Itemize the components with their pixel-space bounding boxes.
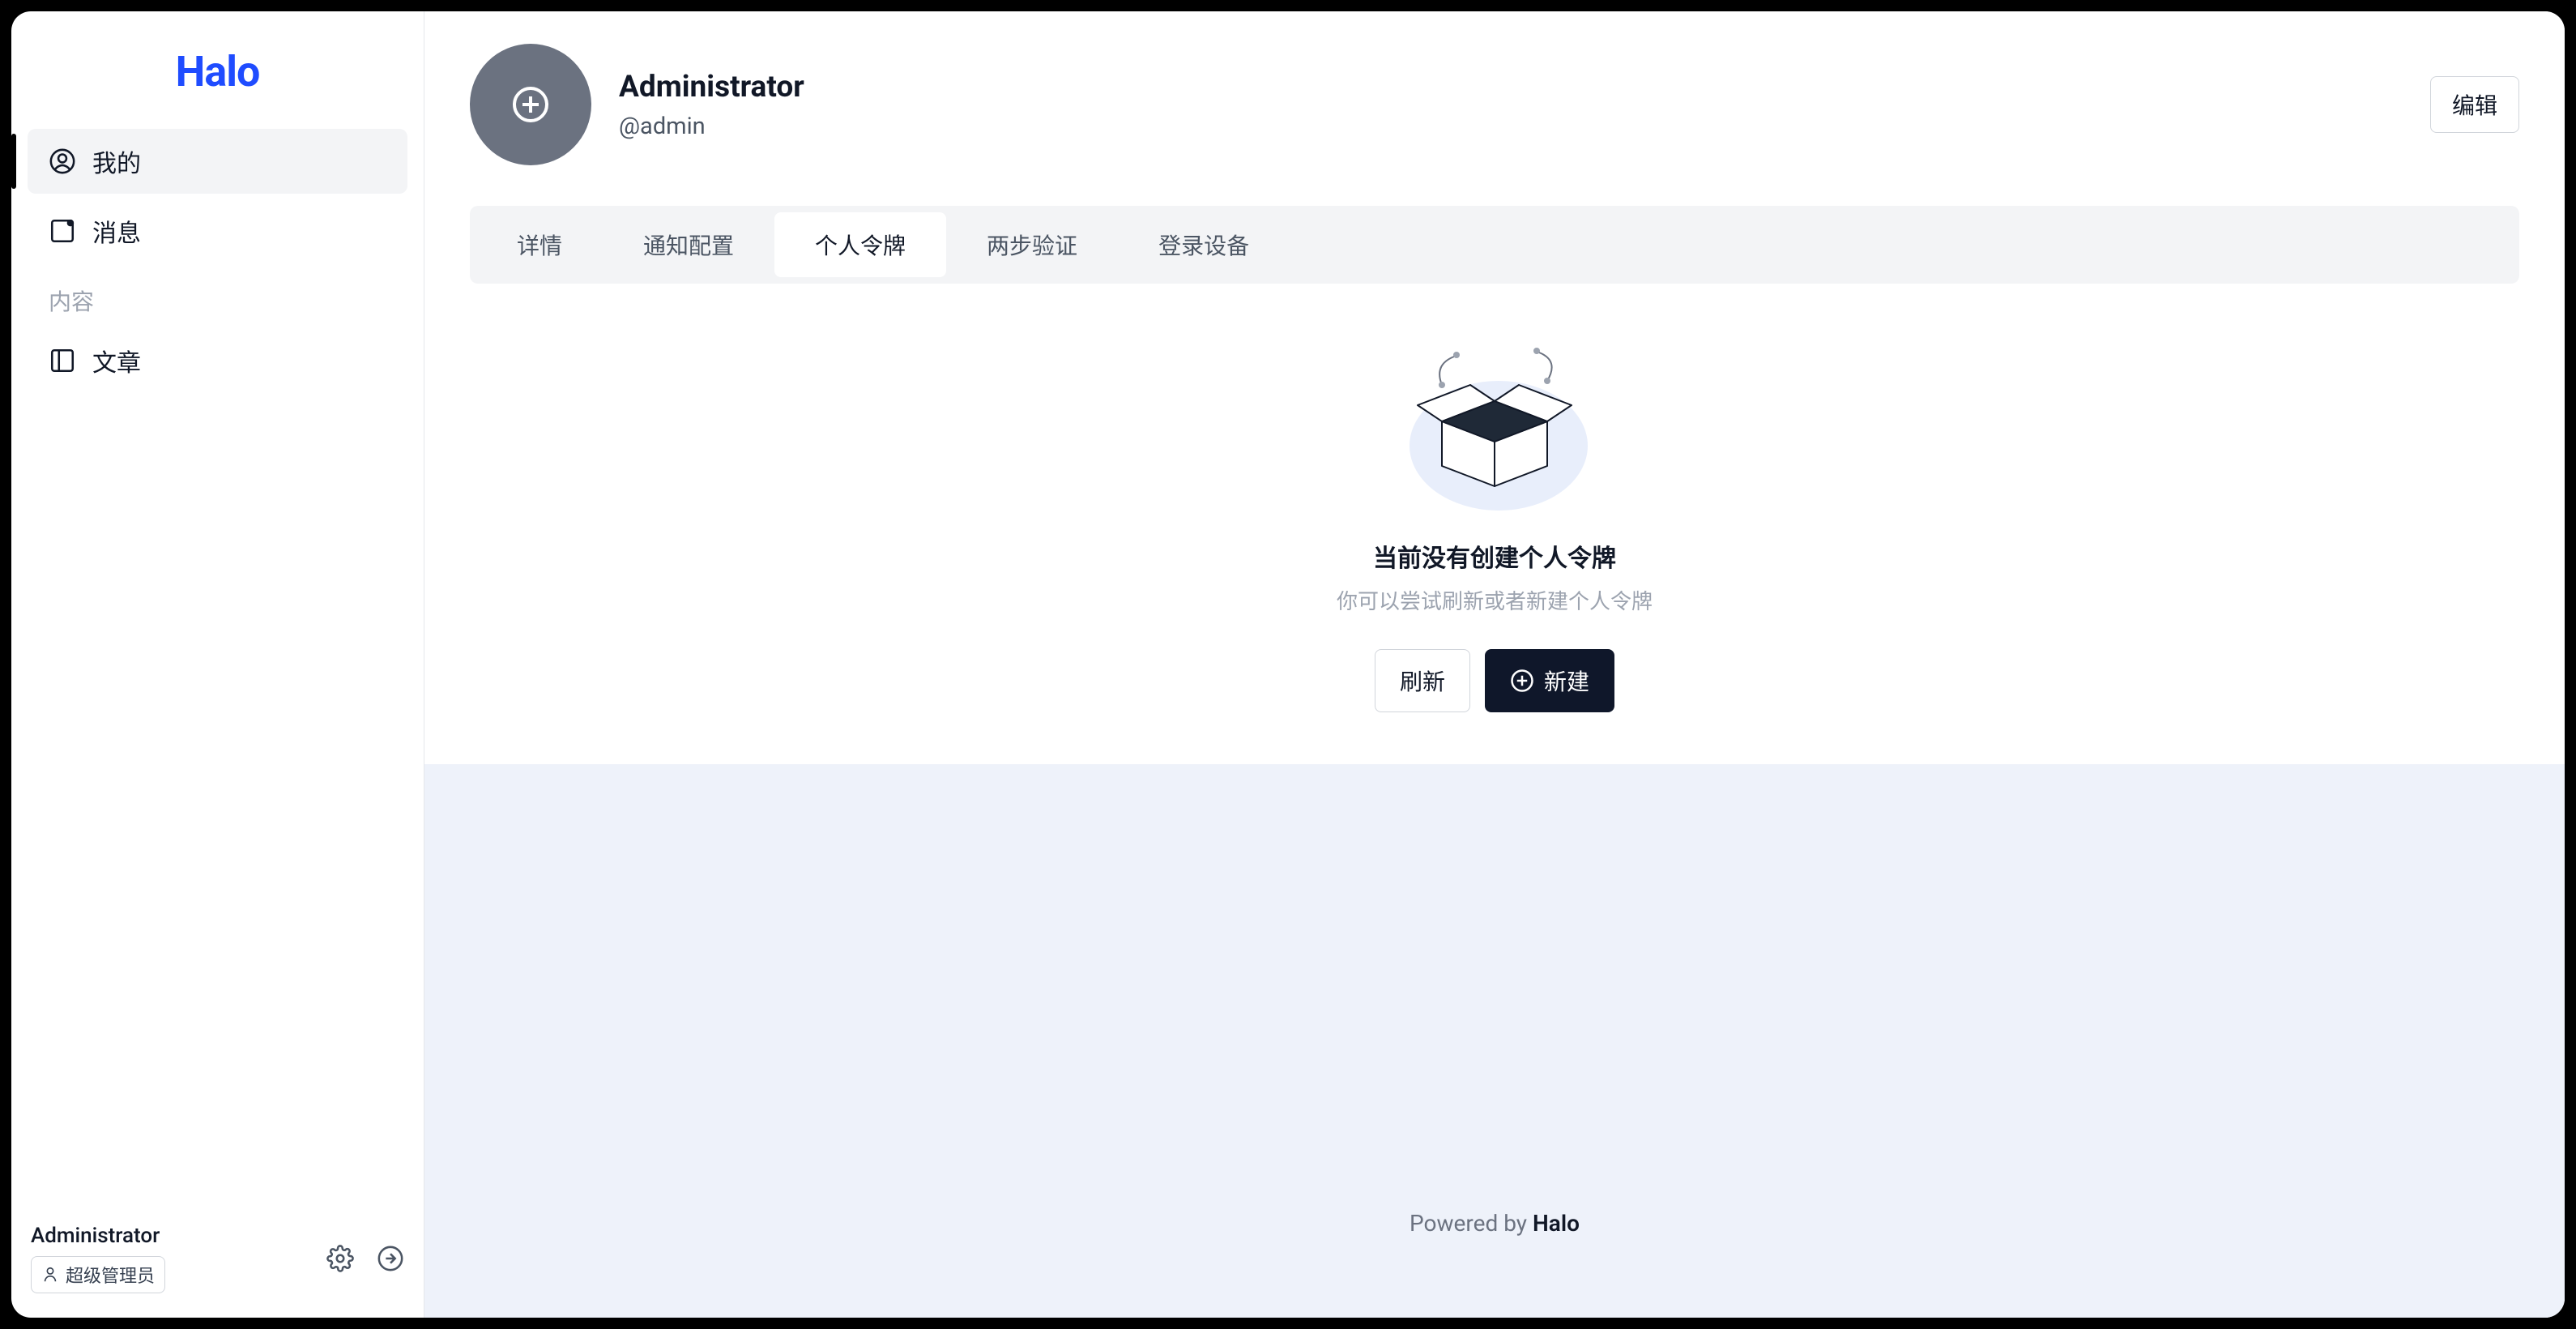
sidebar-group-label-content: 内容 — [28, 268, 407, 328]
main: Administrator @admin 编辑 详情 通知配置 个人令牌 两步验… — [424, 11, 2565, 1318]
tab-login-devices[interactable]: 登录设备 — [1118, 212, 1290, 277]
empty-state: 当前没有创建个人令牌 你可以尝试刷新或者新建个人令牌 刷新 新建 — [470, 340, 2519, 712]
logout-icon[interactable] — [377, 1245, 404, 1272]
role-badge-label: 超级管理员 — [66, 1262, 155, 1288]
create-button-label: 新建 — [1544, 664, 1589, 697]
profile-header: Administrator @admin 编辑 — [424, 11, 2565, 190]
tab-notifications[interactable]: 通知配置 — [603, 212, 774, 277]
app-window: Halo 我的 消息 内容 文章 — [11, 11, 2565, 1318]
display-name: Administrator — [619, 70, 2403, 105]
sidebar-item-messages[interactable]: 消息 — [28, 199, 407, 263]
sidebar-item-label: 我的 — [92, 143, 141, 179]
sidebar-footer: Administrator 超级管理员 — [11, 1207, 424, 1318]
user-circle-icon — [49, 147, 76, 175]
logo-area: Halo — [11, 11, 424, 129]
identity: Administrator @admin — [619, 70, 2403, 140]
plus-circle-icon — [1510, 669, 1534, 693]
create-button[interactable]: 新建 — [1485, 649, 1614, 712]
empty-title: 当前没有创建个人令牌 — [1373, 538, 1616, 574]
avatar-upload[interactable] — [470, 44, 591, 165]
footer-prefix: Powered by — [1410, 1210, 1533, 1237]
tab-personal-tokens[interactable]: 个人令牌 — [774, 212, 946, 277]
logo[interactable]: Halo — [176, 47, 260, 96]
user-role-icon — [41, 1266, 59, 1284]
tabs: 详情 通知配置 个人令牌 两步验证 登录设备 — [470, 206, 2519, 284]
user-handle: @admin — [619, 113, 2403, 140]
role-badge: 超级管理员 — [31, 1256, 165, 1293]
footer-user-name: Administrator — [31, 1224, 165, 1248]
sidebar-item-profile[interactable]: 我的 — [28, 129, 407, 194]
footer-text: Powered by Halo — [1410, 1210, 1580, 1237]
sidebar-item-label: 消息 — [92, 213, 141, 249]
sidebar-item-posts[interactable]: 文章 — [28, 328, 407, 393]
footer-icons — [326, 1245, 404, 1272]
content-area: 当前没有创建个人令牌 你可以尝试刷新或者新建个人令牌 刷新 新建 — [424, 284, 2565, 764]
tab-details[interactable]: 详情 — [476, 212, 603, 277]
bell-square-icon — [49, 217, 76, 245]
empty-subtitle: 你可以尝试刷新或者新建个人令牌 — [1337, 585, 1653, 615]
sidebar-item-label: 文章 — [92, 343, 141, 378]
refresh-button[interactable]: 刷新 — [1375, 649, 1470, 712]
tab-2fa[interactable]: 两步验证 — [946, 212, 1118, 277]
user-block[interactable]: Administrator 超级管理员 — [31, 1224, 165, 1293]
footer-brand[interactable]: Halo — [1533, 1210, 1580, 1237]
edit-button[interactable]: 编辑 — [2430, 76, 2519, 133]
page-footer: Powered by Halo — [424, 764, 2565, 1318]
layout-icon — [49, 347, 76, 374]
gear-icon[interactable] — [326, 1245, 354, 1272]
sidebar: Halo 我的 消息 内容 文章 — [11, 11, 424, 1318]
empty-box-icon — [1393, 340, 1596, 511]
empty-actions: 刷新 新建 — [1375, 649, 1614, 712]
sidebar-nav: 我的 消息 内容 文章 — [11, 129, 424, 1207]
plus-circle-icon — [511, 85, 550, 124]
